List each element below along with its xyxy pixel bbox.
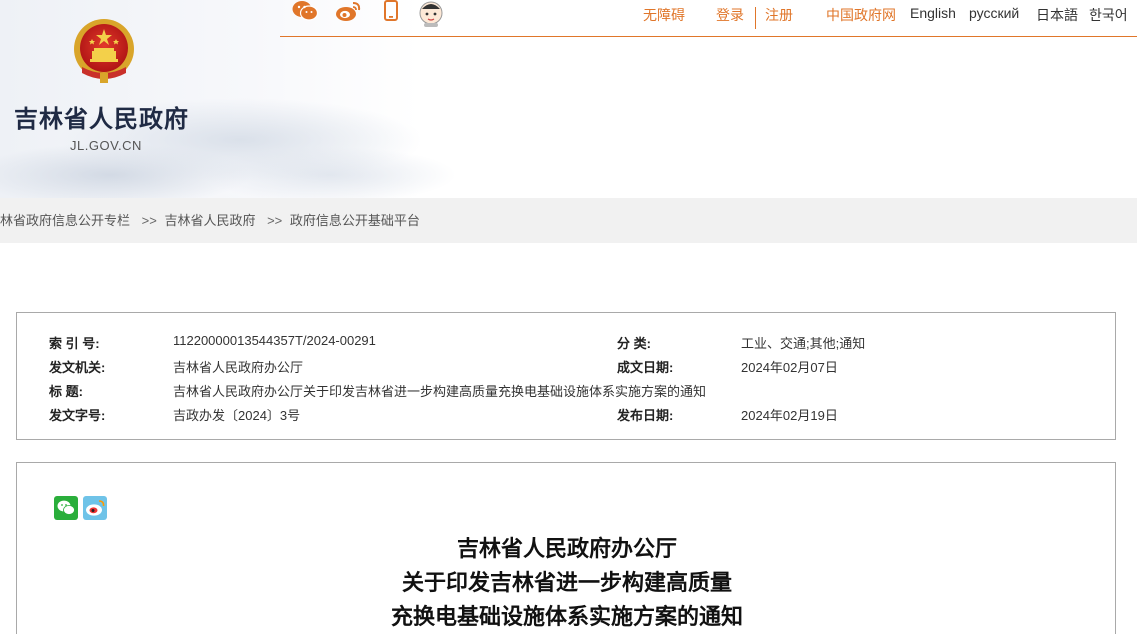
document-title-line: 吉林省人民政府办公厅 bbox=[456, 536, 677, 562]
created-date-label: 成文日期: bbox=[617, 360, 674, 375]
document-number-label: 发文字号: bbox=[49, 408, 106, 423]
korean-link[interactable]: 한국어 bbox=[1089, 5, 1128, 25]
title-label: 标 题: bbox=[49, 384, 83, 399]
japanese-link[interactable]: 日本語 bbox=[1036, 5, 1078, 25]
breadcrumb-item-provincial-government[interactable]: 吉林省人民政府 bbox=[164, 213, 255, 228]
info-row: 标 题: 吉林省人民政府办公厅关于印发吉林省进一步构建高质量充换电基础设施体系实… bbox=[17, 381, 1117, 405]
document-title-line: 关于印发吉林省进一步构建高质量 bbox=[401, 570, 732, 596]
breadcrumb-item-disclosure-platform[interactable]: 政府信息公开基础平台 bbox=[290, 213, 420, 228]
info-row: 发文机关: 吉林省人民政府办公厅 成文日期: 2024年02月07日 bbox=[17, 357, 1117, 381]
document-number-value: 吉政办发〔2024〕3号 bbox=[173, 408, 301, 423]
english-link[interactable]: English bbox=[910, 5, 956, 21]
header-rule bbox=[280, 36, 1137, 37]
category-label: 分 类: bbox=[617, 336, 651, 351]
share-wechat-icon[interactable] bbox=[54, 496, 78, 520]
category-value: 工业、交通;其他;通知 bbox=[741, 336, 866, 351]
info-row: 发文字号: 吉政办发〔2024〕3号 发布日期: 2024年02月19日 bbox=[17, 405, 1117, 429]
login-link[interactable]: 登录 bbox=[716, 5, 744, 25]
index-number-value: 11220000013544357T/2024-00291 bbox=[173, 333, 376, 348]
china-gov-link[interactable]: 中国政府网 bbox=[826, 5, 896, 25]
breadcrumb-item-disclosure-column[interactable]: 林省政府信息公开专栏 bbox=[0, 213, 130, 228]
index-number-label: 索 引 号: bbox=[49, 336, 100, 351]
share-weibo-icon[interactable] bbox=[83, 496, 107, 520]
login-register-divider bbox=[755, 7, 756, 29]
published-date-label: 发布日期: bbox=[617, 408, 674, 423]
info-row: 索 引 号: 11220000013544357T/2024-00291 分 类… bbox=[17, 333, 1117, 357]
document-info-table: 索 引 号: 11220000013544357T/2024-00291 分 类… bbox=[16, 312, 1116, 440]
issuer-value: 吉林省人民政府办公厅 bbox=[173, 360, 304, 375]
breadcrumb-separator: >> bbox=[141, 213, 157, 228]
title-value: 吉林省人民政府办公厅关于印发吉林省进一步构建高质量充换电基础设施体系实施方案的通… bbox=[173, 384, 707, 399]
site-title[interactable]: 吉林省人民政府 bbox=[14, 99, 189, 134]
national-emblem-icon[interactable] bbox=[72, 17, 136, 85]
document-content: 吉林省人民政府办公厅 关于印发吉林省进一步构建高质量 充换电基础设施体系实施方案… bbox=[16, 462, 1116, 634]
register-link[interactable]: 注册 bbox=[765, 5, 793, 25]
site-header: 吉林省人民政府 JL.GOV.CN 无障碍 登录 注册 中国政府网 Englis… bbox=[0, 0, 1137, 198]
russian-link[interactable]: русский bbox=[969, 5, 1019, 21]
breadcrumb: 林省政府信息公开专栏 >> 吉林省人民政府 >> 政府信息公开基础平台 bbox=[0, 198, 1137, 243]
site-domain: JL.GOV.CN bbox=[70, 138, 142, 153]
published-date-value: 2024年02月19日 bbox=[741, 408, 838, 423]
breadcrumb-separator: >> bbox=[267, 213, 283, 228]
issuer-label: 发文机关: bbox=[49, 360, 106, 375]
top-links: 无障碍 登录 注册 中国政府网 English русский 日本語 한국어 bbox=[0, 5, 1137, 29]
accessibility-link[interactable]: 无障碍 bbox=[643, 5, 685, 25]
created-date-value: 2024年02月07日 bbox=[741, 360, 838, 375]
document-title-line: 充换电基础设施体系实施方案的通知 bbox=[390, 604, 743, 630]
